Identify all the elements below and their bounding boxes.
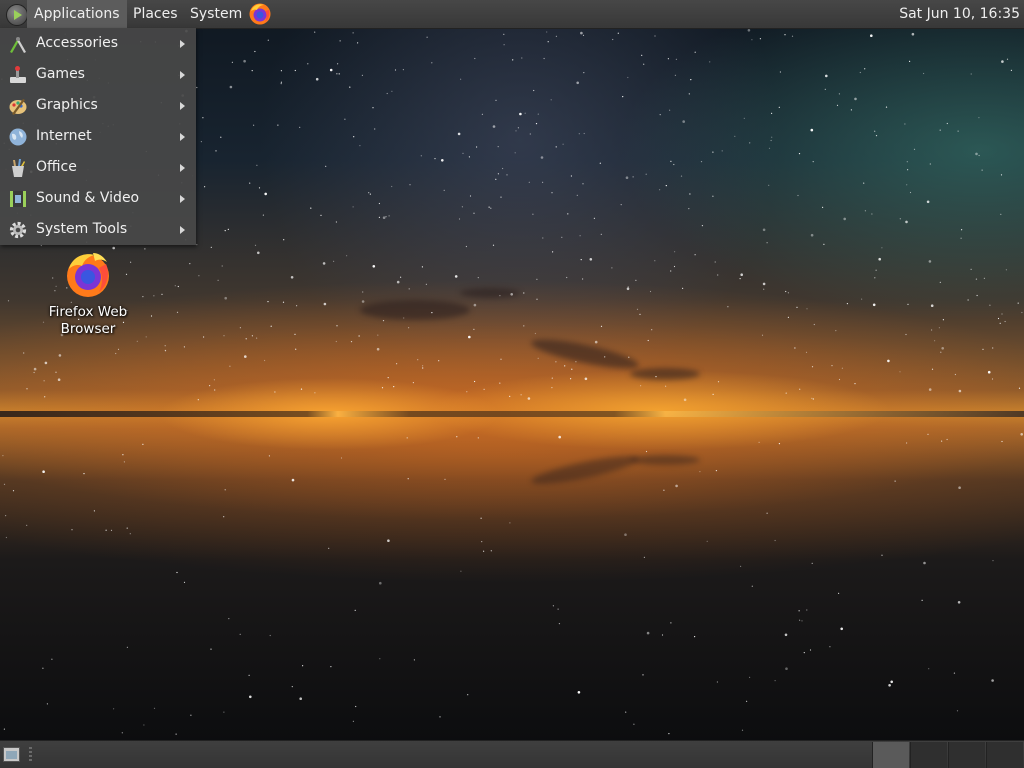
submenu-arrow-icon xyxy=(180,226,185,234)
internet-icon xyxy=(8,127,28,147)
menu-item-label: System Tools xyxy=(36,221,128,237)
firefox-icon xyxy=(67,253,109,297)
menu-item-label: Sound & Video xyxy=(36,190,140,206)
workspace-1[interactable] xyxy=(872,742,909,768)
places-menu-button[interactable]: Places xyxy=(126,0,185,28)
workspace-4[interactable] xyxy=(986,742,1023,768)
menu-item-label: Graphics xyxy=(36,97,98,113)
office-icon xyxy=(8,158,28,178)
distro-logo-icon[interactable] xyxy=(6,4,28,26)
submenu-arrow-icon xyxy=(180,40,185,48)
menu-item-system-tools[interactable]: System Tools xyxy=(0,214,196,245)
submenu-arrow-icon xyxy=(180,195,185,203)
show-desktop-icon[interactable] xyxy=(3,747,20,762)
menu-item-internet[interactable]: Internet xyxy=(0,121,196,152)
system-tools-icon xyxy=(8,220,28,240)
menu-item-graphics[interactable]: Graphics xyxy=(0,90,196,121)
bottom-panel xyxy=(0,740,1024,768)
desktop-icon-label: Firefox Web Browser xyxy=(48,304,128,337)
menu-item-sound-video[interactable]: Sound & Video xyxy=(0,183,196,214)
applications-menu: Accessories Games Graphics Internet Offi… xyxy=(0,28,196,245)
desktop-icon-firefox[interactable]: Firefox Web Browser xyxy=(40,250,136,338)
submenu-arrow-icon xyxy=(180,133,185,141)
menu-item-office[interactable]: Office xyxy=(0,152,196,183)
panel-grip-handle[interactable] xyxy=(29,747,32,763)
menu-item-label: Office xyxy=(36,159,77,175)
menu-item-label: Games xyxy=(36,66,85,82)
menu-item-label: Internet xyxy=(36,128,92,144)
submenu-arrow-icon xyxy=(180,164,185,172)
sound-video-icon xyxy=(8,189,28,209)
submenu-arrow-icon xyxy=(180,102,185,110)
menu-item-games[interactable]: Games xyxy=(0,59,196,90)
system-menu-button[interactable]: System xyxy=(183,0,249,28)
menu-item-label: Accessories xyxy=(36,35,119,51)
workspace-3[interactable] xyxy=(948,742,985,768)
submenu-arrow-icon xyxy=(180,71,185,79)
menu-item-accessories[interactable]: Accessories xyxy=(0,28,196,59)
top-panel: Applications Places System Sat Jun 10, 1… xyxy=(0,0,1024,29)
clock[interactable]: Sat Jun 10, 16:35 xyxy=(899,0,1020,28)
games-icon xyxy=(8,65,28,85)
workspace-2[interactable] xyxy=(910,742,947,768)
accessories-icon xyxy=(8,34,28,54)
graphics-icon xyxy=(8,96,28,116)
firefox-launcher-icon[interactable] xyxy=(248,2,272,26)
applications-menu-button[interactable]: Applications xyxy=(27,0,127,28)
